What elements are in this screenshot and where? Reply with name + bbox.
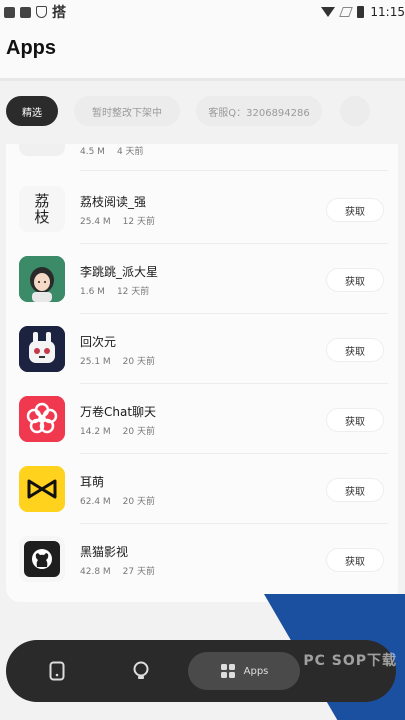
app-icon — [19, 144, 65, 156]
get-button[interactable]: 获取 — [326, 198, 384, 222]
page-title: Apps — [6, 37, 56, 59]
flower-icon — [19, 396, 65, 442]
chip-more[interactable] — [340, 96, 370, 126]
app-updated: 4 天前 — [116, 147, 144, 157]
status-bar: 搭 11:15 — [0, 0, 405, 24]
nav-ideas[interactable] — [124, 654, 158, 688]
chip-delisted[interactable]: 暂时整改下架中 — [74, 96, 180, 126]
app-name: 回次元 — [80, 335, 117, 349]
get-button[interactable]: 获取 — [326, 478, 384, 502]
battery-icon — [357, 6, 365, 18]
app-name: 黑猫影视 — [80, 545, 129, 559]
app-name: 李跳跳_派大星 — [80, 265, 159, 279]
list-item[interactable]: 李跳跳_派大星 1.6 M 12 天前 获取 — [6, 244, 398, 314]
chip-featured[interactable]: 精选 — [6, 96, 58, 126]
filter-chips: 精选 暂时整改下架中 客服Q：3206894286 — [0, 96, 405, 126]
get-button[interactable]: 获取 — [326, 268, 384, 292]
app-meta: 25.1 M 20 天前 — [80, 357, 155, 367]
app-name: 耳萌 — [80, 475, 105, 489]
app-meta: 42.8 M 27 天前 — [80, 567, 155, 577]
app-name: 万卷Chat聊天 — [80, 405, 157, 419]
nav-home[interactable] — [40, 654, 74, 688]
list-item[interactable]: 万卷Chat聊天 14.2 M 20 天前 获取 — [6, 384, 398, 454]
get-button[interactable]: 获取 — [326, 408, 384, 432]
shield-icon — [36, 6, 47, 18]
app-meta: 1.6 M 12 天前 — [80, 287, 150, 297]
chip-support-qq[interactable]: 客服Q：3206894286 — [196, 96, 322, 126]
robot-mascot-icon — [19, 326, 65, 372]
watermark-text: PC SOP下载 — [303, 653, 397, 669]
cartoon-girl-icon — [19, 256, 65, 302]
apps-icon — [220, 664, 235, 678]
app-name: 荔枝阅读_强 — [80, 195, 147, 209]
notification-icon — [4, 6, 15, 18]
app-meta: 25.4 M 12 天前 — [80, 217, 155, 227]
get-button[interactable]: 获取 — [326, 338, 384, 362]
list-item[interactable]: 耳萌 62.4 M 20 天前 获取 — [6, 454, 398, 524]
nav-apps-label: Apps — [243, 665, 269, 677]
status-text: 搭 — [52, 5, 66, 21]
clock: 11:15 — [370, 5, 405, 19]
app-header: Apps — [0, 24, 405, 80]
litchi-icon: 荔 枝 — [19, 186, 65, 232]
nav-apps[interactable]: Apps — [188, 652, 300, 690]
app-meta: 14.2 M 20 天前 — [80, 427, 155, 437]
wifi-icon — [321, 7, 336, 17]
app-list: 4.5 M 4 天前 荔 枝 荔枝阅读_强 25.4 M 12 天前 获取 李跳跳_… — [6, 144, 398, 602]
list-item[interactable]: 黑猫影视 42.8 M 27 天前 获取 — [6, 524, 398, 594]
app-meta: 62.4 M 20 天前 — [80, 497, 155, 507]
lightbulb-icon — [133, 661, 149, 679]
list-item[interactable]: 回次元 25.1 M 20 天前 获取 — [6, 314, 398, 384]
list-item[interactable]: 荔 枝 荔枝阅读_强 25.4 M 12 天前 获取 — [6, 174, 398, 244]
notification-icon — [20, 6, 31, 18]
github-cat-icon — [19, 536, 65, 582]
divider — [0, 78, 405, 81]
get-button[interactable]: 获取 — [326, 548, 384, 572]
phone-icon — [49, 661, 65, 681]
signal-icon — [339, 7, 354, 17]
app-meta: 4.5 M 4 天前 — [80, 144, 156, 157]
app-size: 4.5 M — [80, 147, 105, 157]
bowtie-icon — [19, 466, 65, 512]
